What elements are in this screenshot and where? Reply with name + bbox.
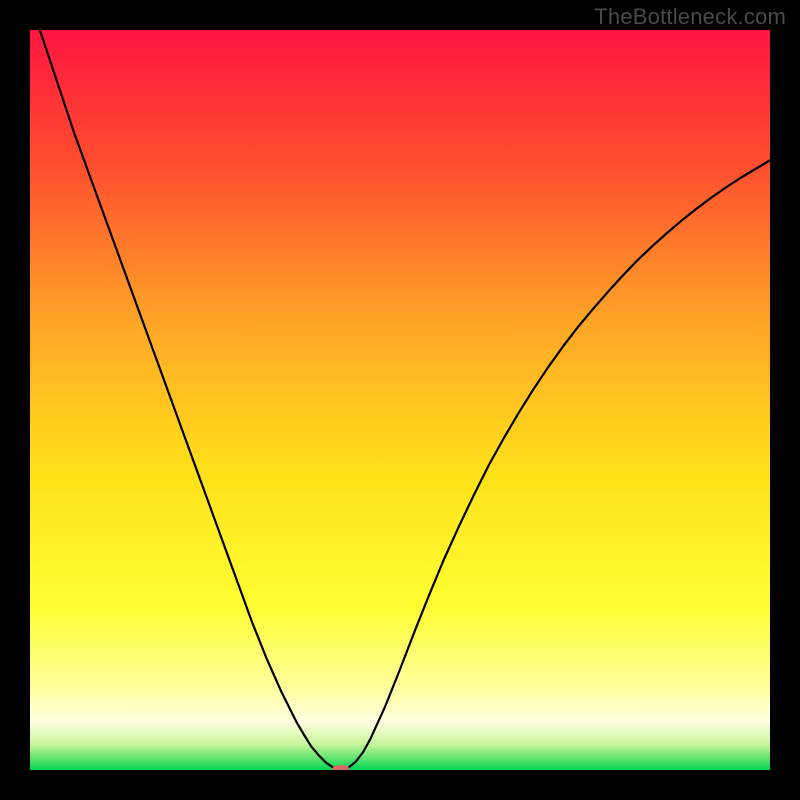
bottleneck-chart xyxy=(30,30,770,770)
watermark: TheBottleneck.com xyxy=(594,4,786,30)
chart-background xyxy=(30,30,770,770)
chart-svg xyxy=(30,30,770,770)
chart-container: TheBottleneck.com xyxy=(0,0,800,800)
optimal-point-marker xyxy=(332,765,350,770)
